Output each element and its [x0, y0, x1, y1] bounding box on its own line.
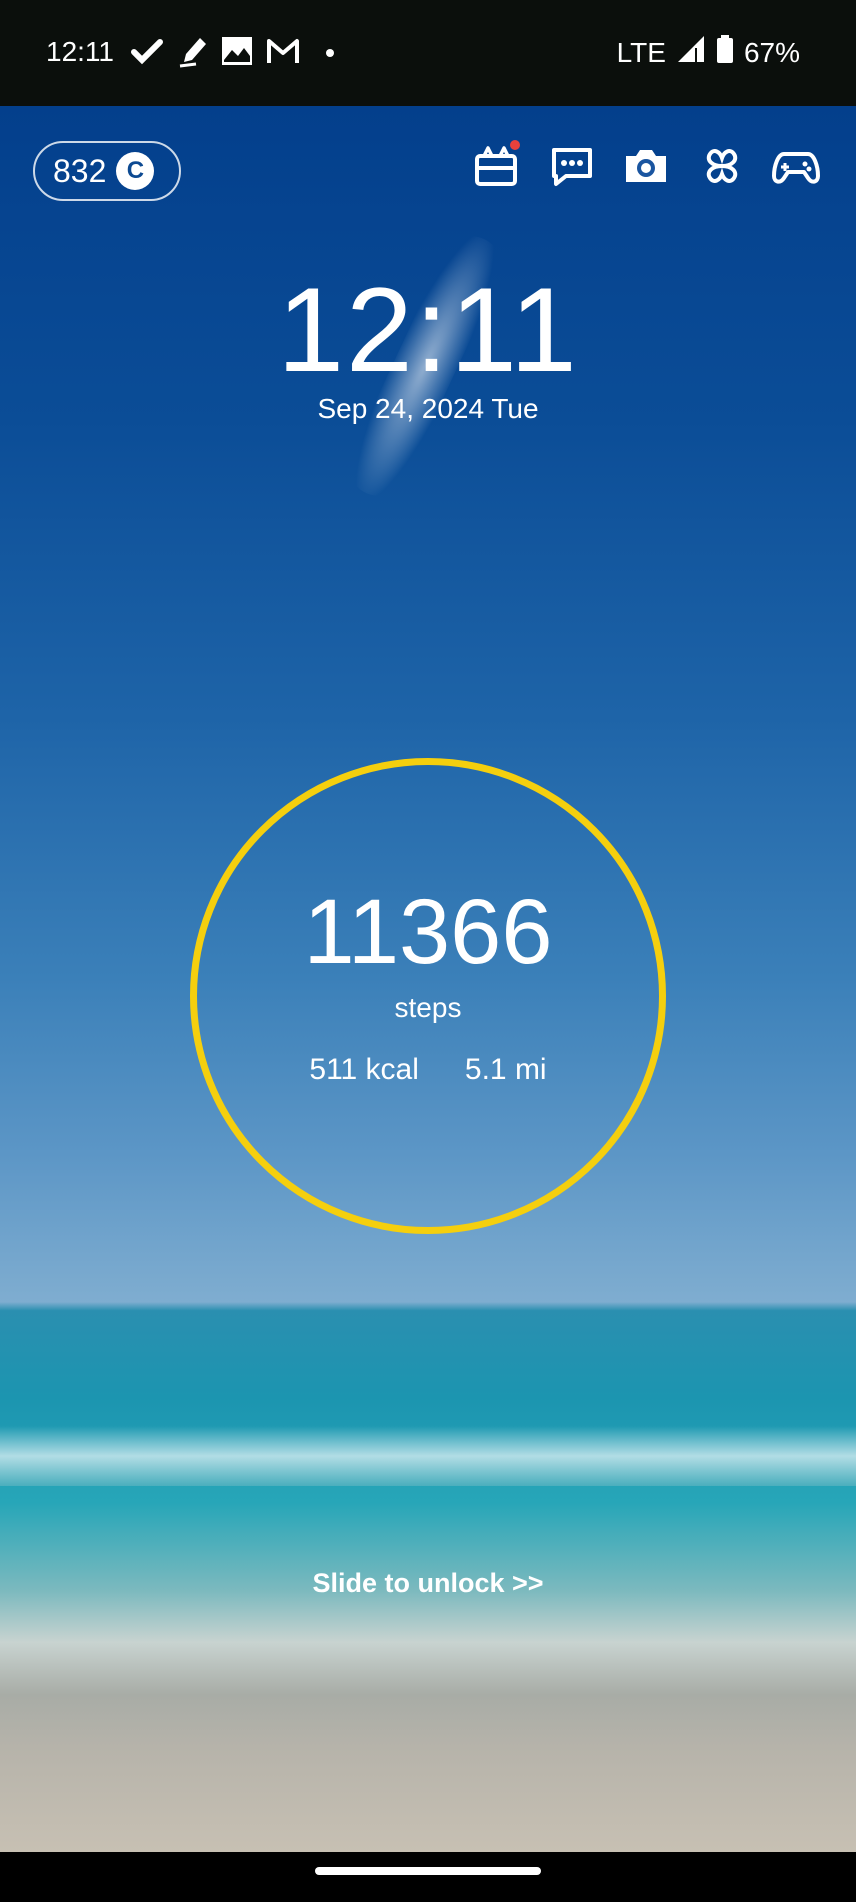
lock-clock: 12:11 — [277, 263, 579, 397]
battery-icon — [716, 34, 734, 71]
clover-icon[interactable] — [698, 142, 746, 190]
coin-balance-button[interactable]: 832 C — [33, 141, 181, 201]
step-stats: 511 kcal 5.1 mi — [0, 1053, 856, 1087]
calories-value: 511 kcal — [309, 1053, 419, 1086]
steps-label: steps — [394, 992, 462, 1023]
image-icon — [220, 34, 254, 68]
home-indicator[interactable] — [315, 1867, 541, 1875]
slide-to-unlock[interactable]: Slide to unlock >> — [0, 1568, 856, 1599]
status-time: 12:11 — [46, 36, 114, 67]
coin-balance: 832 — [53, 152, 107, 189]
notification-badge — [510, 140, 520, 150]
messages-icon[interactable] — [548, 142, 596, 190]
distance-value: 5.1 mi — [464, 1053, 547, 1086]
rewards-icon[interactable] — [472, 140, 520, 190]
navigation-bar — [0, 1852, 856, 1902]
step-count: 11366 — [303, 881, 553, 983]
network-type: LTE — [616, 36, 666, 68]
signal-icon — [676, 34, 706, 71]
gamepad-icon[interactable] — [772, 142, 820, 190]
coin-icon: C — [116, 152, 155, 190]
status-bar: 12:11 LTE 67% — [0, 0, 856, 106]
battery-percent: 67% — [743, 36, 800, 68]
camera-icon[interactable] — [622, 142, 670, 190]
more-dot-icon — [320, 34, 354, 68]
lock-date: Sep 24, 2024 Tue — [317, 393, 539, 424]
gmail-icon — [266, 34, 300, 68]
check-icon — [130, 34, 164, 68]
status-right: LTE 67% — [617, 34, 800, 71]
pen-icon — [176, 34, 210, 68]
wave — [0, 1426, 856, 1486]
